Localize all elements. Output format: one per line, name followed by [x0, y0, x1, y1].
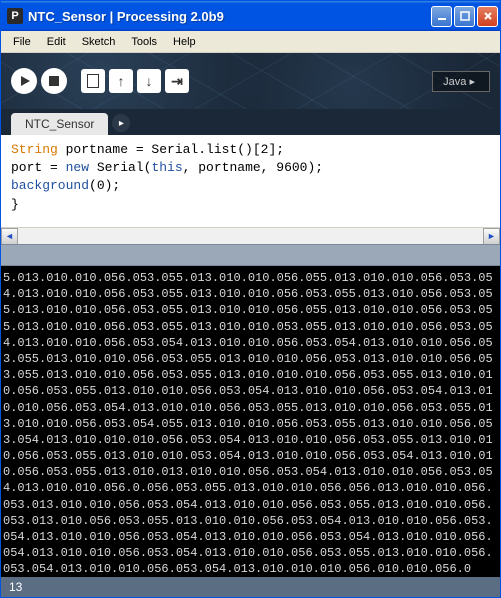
tab-bar: NTC_Sensor ▸: [1, 109, 500, 135]
open-button[interactable]: ↑: [109, 69, 133, 93]
menu-help[interactable]: Help: [165, 34, 204, 50]
code-token: String: [11, 142, 58, 157]
arrow-down-icon: ↓: [146, 73, 153, 89]
code-token: this: [151, 160, 182, 175]
code-token: new: [66, 160, 89, 175]
run-button[interactable]: [11, 68, 37, 94]
app-icon: P: [7, 8, 23, 24]
arrow-right-bar-icon: ⇥: [171, 73, 183, 90]
line-number-indicator: 13: [9, 580, 22, 594]
close-button[interactable]: [477, 6, 498, 27]
play-icon: [21, 76, 30, 86]
minimize-button[interactable]: [431, 6, 452, 27]
window-controls: [431, 6, 498, 27]
code-token: , portname, 9600);: [183, 160, 323, 175]
stop-button[interactable]: [41, 68, 67, 94]
maximize-button[interactable]: [454, 6, 475, 27]
menu-edit[interactable]: Edit: [39, 34, 74, 50]
new-file-icon: [87, 74, 99, 88]
save-button[interactable]: ↓: [137, 69, 161, 93]
language-mode-button[interactable]: Java ▸: [432, 71, 490, 92]
code-token: background: [11, 178, 89, 193]
code-token: Serial(: [89, 160, 151, 175]
sketch-tab[interactable]: NTC_Sensor: [11, 113, 108, 135]
scroll-right-button[interactable]: ►: [483, 228, 500, 245]
code-token: portname = Serial.list()[2];: [58, 142, 284, 157]
menubar: File Edit Sketch Tools Help: [1, 31, 500, 53]
console-output[interactable]: 5.013.010.010.056.053.055.013.010.010.05…: [1, 266, 500, 577]
menu-sketch[interactable]: Sketch: [74, 34, 124, 50]
code-token: port =: [11, 160, 66, 175]
arrow-up-icon: ↑: [118, 73, 125, 89]
menu-file[interactable]: File: [5, 34, 39, 50]
new-button[interactable]: [81, 69, 105, 93]
app-window: P NTC_Sensor | Processing 2.0b9 File Edi…: [0, 0, 501, 598]
tab-menu-button[interactable]: ▸: [112, 114, 130, 132]
menu-tools[interactable]: Tools: [123, 34, 165, 50]
code-line: }: [11, 196, 490, 214]
panel-splitter[interactable]: [1, 244, 500, 266]
code-token: (0);: [89, 178, 120, 193]
titlebar: P NTC_Sensor | Processing 2.0b9: [1, 1, 500, 31]
code-editor[interactable]: String portname = Serial.list()[2]; port…: [1, 135, 500, 227]
window-title: NTC_Sensor | Processing 2.0b9: [28, 9, 431, 24]
toolbar: ↑ ↓ ⇥ Java ▸: [1, 53, 500, 109]
stop-icon: [49, 76, 59, 86]
scroll-left-button[interactable]: ◄: [1, 228, 18, 245]
scroll-track[interactable]: [18, 228, 483, 245]
export-button[interactable]: ⇥: [165, 69, 189, 93]
status-bar: 13: [1, 577, 500, 597]
horizontal-scrollbar: ◄ ►: [1, 227, 500, 244]
